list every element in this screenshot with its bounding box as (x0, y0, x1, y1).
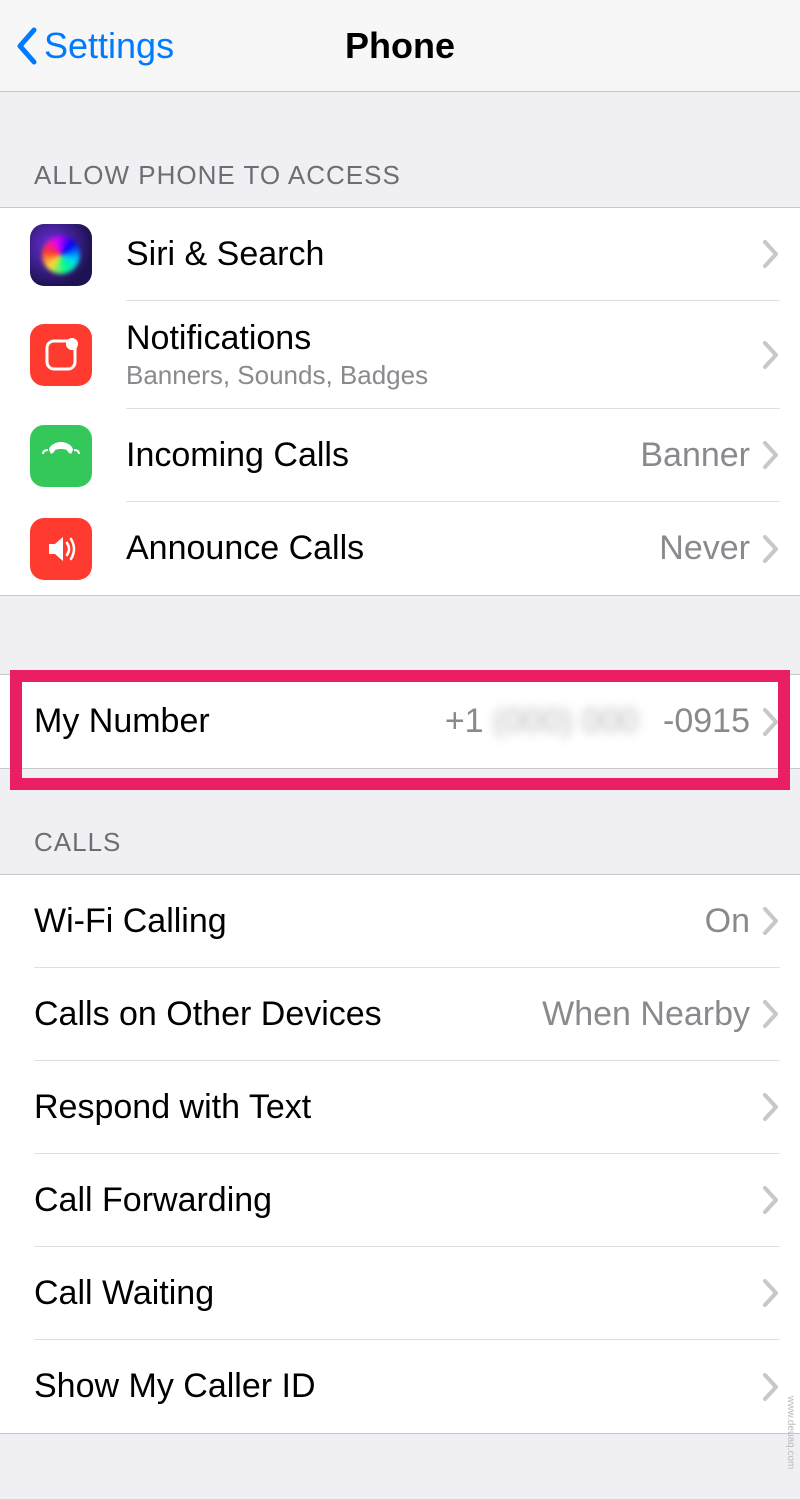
row-call-forwarding[interactable]: Call Forwarding (0, 1154, 800, 1247)
row-title: My Number (34, 702, 445, 741)
row-value: When Nearby (542, 995, 750, 1034)
row-calls-other-devices[interactable]: Calls on Other Devices When Nearby (0, 968, 800, 1061)
list-my-number: My Number +1 (000) 000-0915 (0, 674, 800, 769)
row-title: Calls on Other Devices (34, 995, 542, 1034)
row-value: Never (659, 529, 750, 568)
number-suffix: -0915 (663, 702, 750, 740)
row-title: Call Forwarding (34, 1181, 762, 1220)
row-show-caller-id[interactable]: Show My Caller ID (0, 1340, 800, 1433)
chevron-left-icon (14, 26, 38, 66)
chevron-right-icon (762, 999, 780, 1029)
chevron-right-icon (762, 906, 780, 936)
chevron-right-icon (762, 340, 780, 370)
back-label: Settings (44, 25, 174, 67)
row-title: Respond with Text (34, 1088, 762, 1127)
row-title: Show My Caller ID (34, 1367, 762, 1406)
nav-bar: Settings Phone (0, 0, 800, 92)
row-call-waiting[interactable]: Call Waiting (0, 1247, 800, 1340)
row-respond-with-text[interactable]: Respond with Text (0, 1061, 800, 1154)
list-calls: Wi-Fi Calling On Calls on Other Devices … (0, 874, 800, 1434)
row-title: Notifications (126, 319, 762, 358)
chevron-right-icon (762, 534, 780, 564)
row-my-number[interactable]: My Number +1 (000) 000-0915 (0, 675, 800, 768)
row-wifi-calling[interactable]: Wi-Fi Calling On (0, 875, 800, 968)
row-value: Banner (640, 436, 750, 475)
chevron-right-icon (762, 707, 780, 737)
chevron-right-icon (762, 1372, 780, 1402)
row-subtitle: Banners, Sounds, Badges (126, 360, 762, 391)
row-value: On (705, 902, 750, 941)
row-title: Incoming Calls (126, 436, 640, 475)
chevron-right-icon (762, 1278, 780, 1308)
list-access: Siri & Search Notifications Banners, Sou… (0, 207, 800, 596)
row-title: Siri & Search (126, 235, 762, 274)
row-value: +1 (000) 000-0915 (445, 702, 750, 741)
chevron-right-icon (762, 239, 780, 269)
chevron-right-icon (762, 440, 780, 470)
row-announce-calls[interactable]: Announce Calls Never (0, 502, 800, 595)
number-prefix: +1 (445, 702, 484, 740)
chevron-right-icon (762, 1092, 780, 1122)
notifications-icon (30, 324, 92, 386)
siri-icon (30, 224, 92, 286)
chevron-right-icon (762, 1185, 780, 1215)
speaker-icon (30, 518, 92, 580)
row-title: Call Waiting (34, 1274, 762, 1313)
number-redacted: (000) 000 (493, 702, 663, 741)
back-button[interactable]: Settings (0, 25, 174, 67)
row-incoming-calls[interactable]: Incoming Calls Banner (0, 409, 800, 502)
row-siri-search[interactable]: Siri & Search (0, 208, 800, 301)
watermark: www.deuaq.com (785, 1396, 796, 1469)
row-title: Announce Calls (126, 529, 659, 568)
section-header-calls: CALLS (0, 827, 800, 858)
phone-icon (30, 425, 92, 487)
row-notifications[interactable]: Notifications Banners, Sounds, Badges (0, 301, 800, 409)
section-header-access: ALLOW PHONE TO ACCESS (0, 160, 800, 191)
row-title: Wi-Fi Calling (34, 902, 705, 941)
